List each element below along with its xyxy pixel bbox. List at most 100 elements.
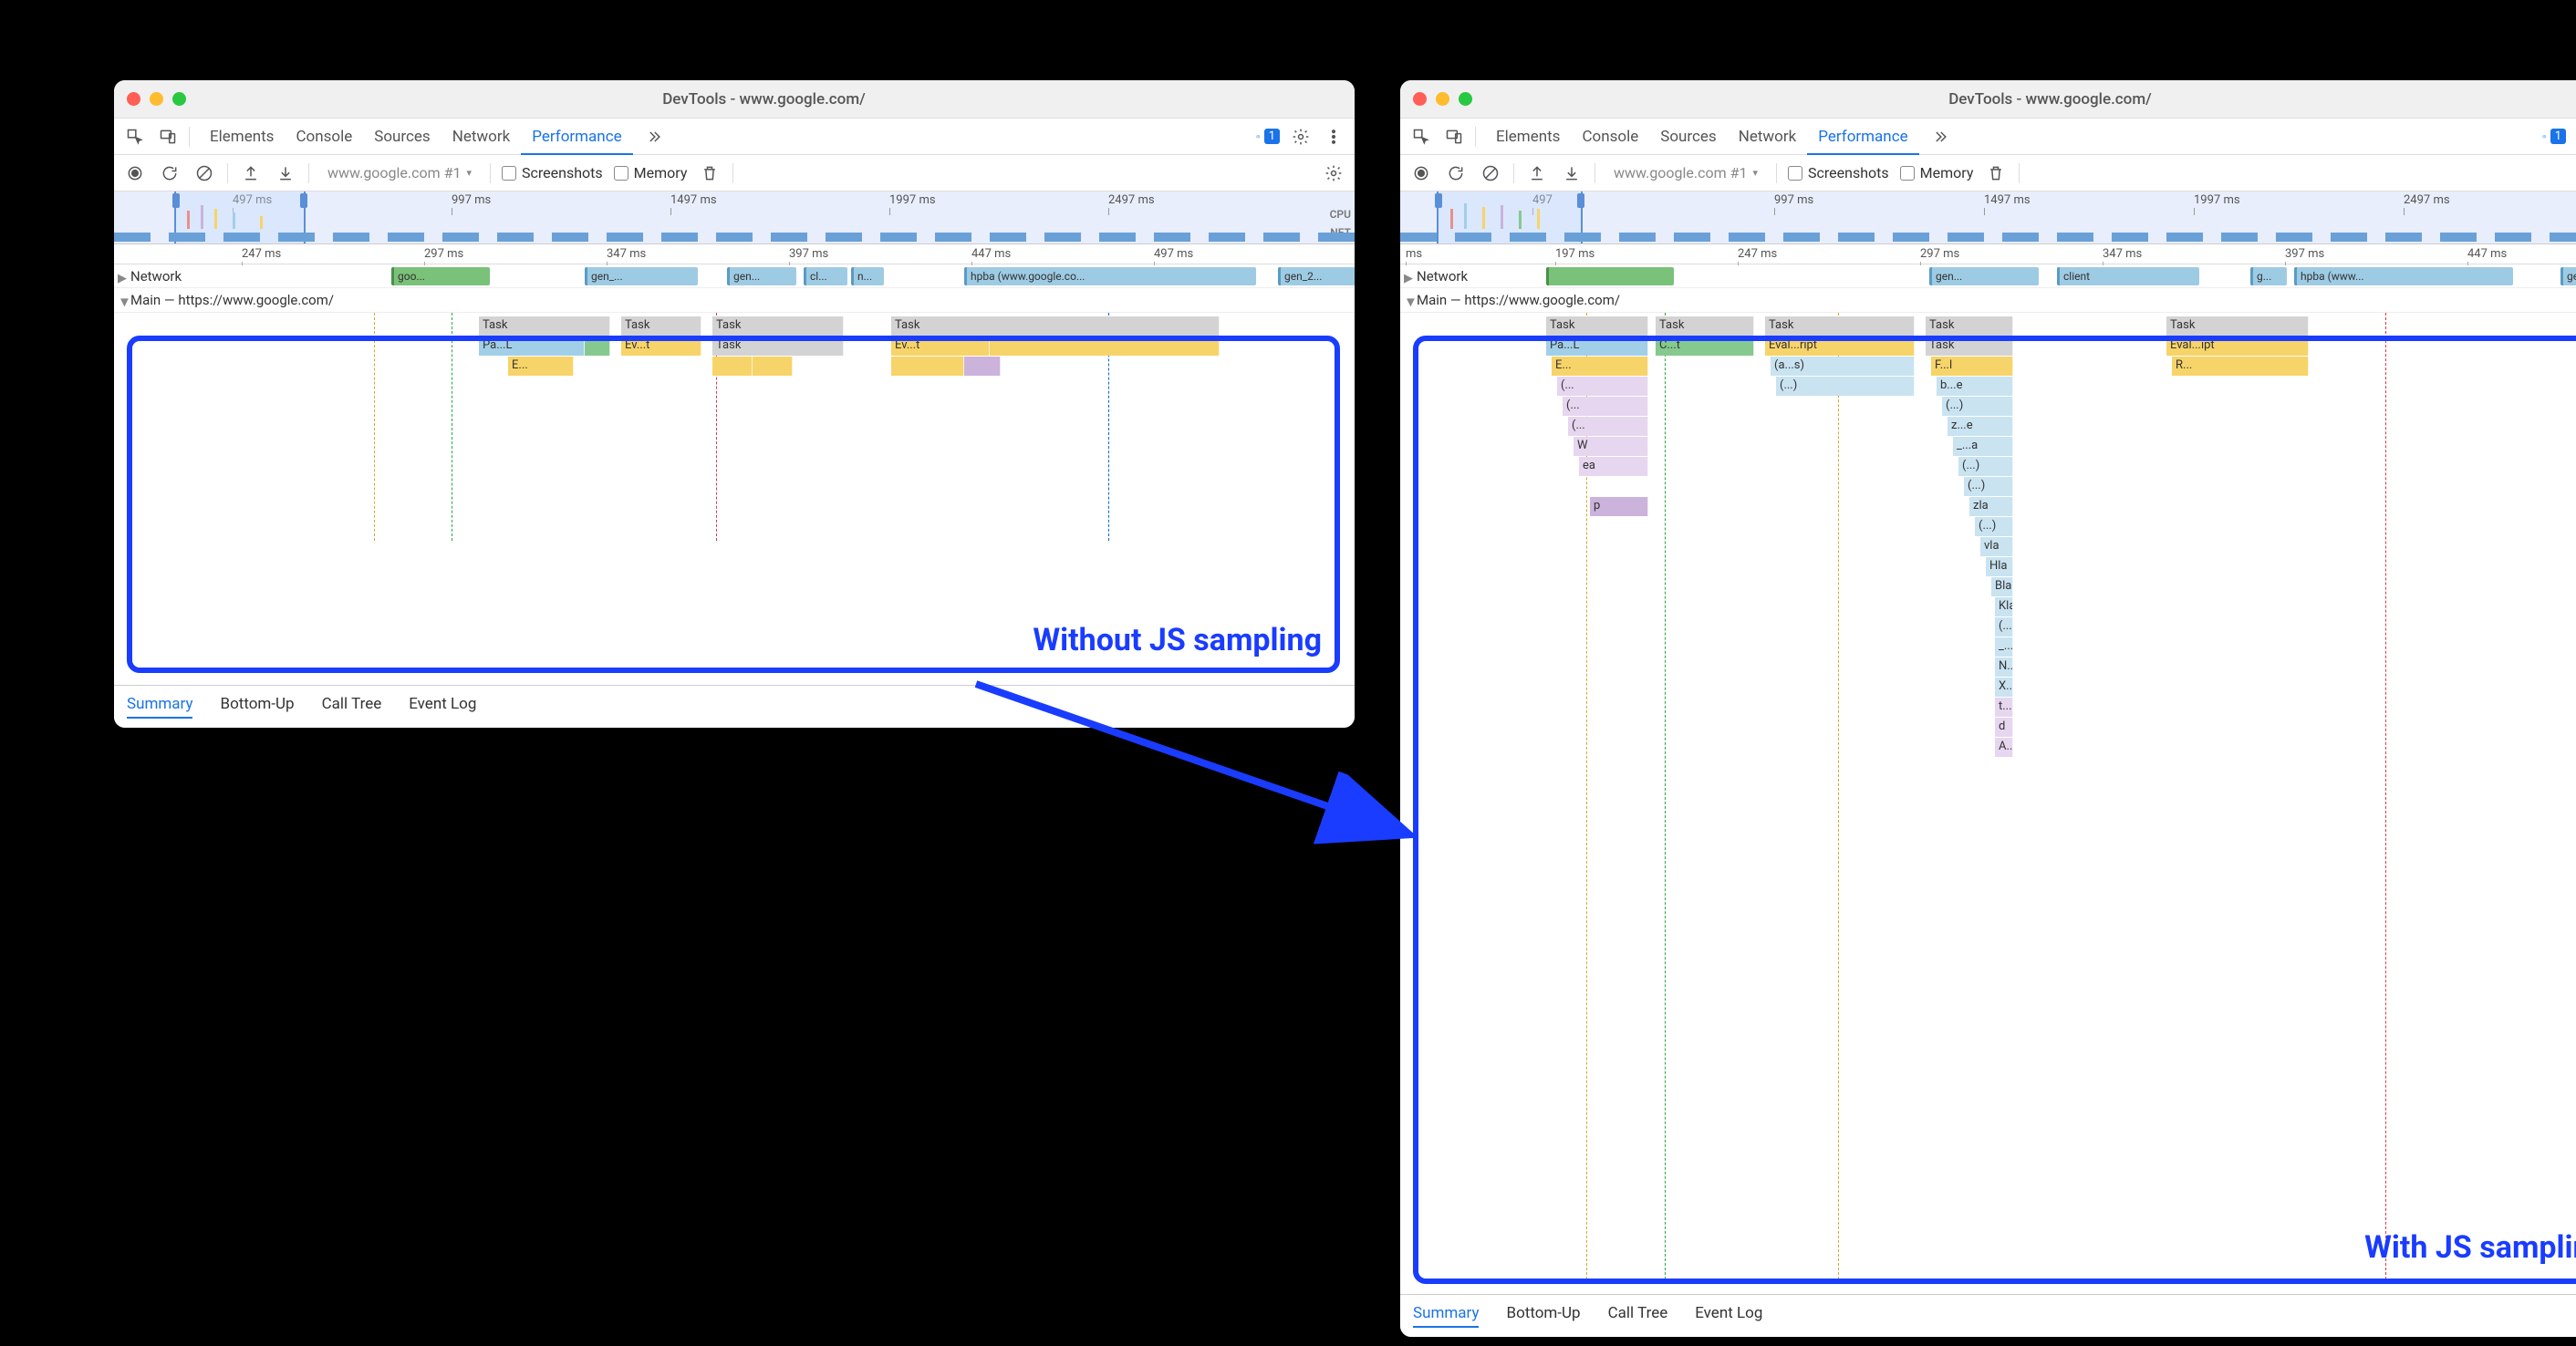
- issues-icon[interactable]: 1: [1256, 125, 1280, 149]
- gc-icon[interactable]: [1984, 161, 2008, 185]
- close-icon[interactable]: [127, 92, 140, 106]
- btab-calltree[interactable]: Call Tree: [1608, 1304, 1668, 1328]
- flame-chart[interactable]: TaskPa...LE...(...(...(...WeapTaskC...tT…: [1400, 313, 2576, 1279]
- tab-elements[interactable]: Elements: [1485, 119, 1571, 155]
- minimize-icon[interactable]: [1436, 92, 1449, 106]
- flame-cell[interactable]: (...): [1776, 377, 1915, 396]
- memory-checkbox[interactable]: Memory: [614, 164, 688, 181]
- tab-performance[interactable]: Performance: [521, 119, 632, 155]
- network-request[interactable]: gen...: [1929, 267, 2039, 285]
- network-request[interactable]: gen_...: [585, 267, 698, 285]
- download-icon[interactable]: [274, 161, 297, 185]
- close-icon[interactable]: [1413, 92, 1427, 106]
- tab-network[interactable]: Network: [441, 119, 522, 155]
- btab-summary[interactable]: Summary: [1413, 1304, 1479, 1328]
- flame-cell[interactable]: (...): [1975, 517, 2013, 536]
- flame-cell[interactable]: (...: [1557, 377, 1648, 396]
- flame-cell[interactable]: Task: [712, 336, 844, 356]
- flame-cell[interactable]: (...): [1995, 617, 2013, 637]
- download-icon[interactable]: [1560, 161, 1584, 185]
- btab-bottomup[interactable]: Bottom-Up: [1506, 1304, 1580, 1328]
- tab-performance[interactable]: Performance: [1807, 119, 1918, 155]
- network-request[interactable]: gen...: [727, 267, 796, 285]
- network-request[interactable]: hpba (www...: [2294, 267, 2513, 285]
- network-request[interactable]: cl...: [804, 267, 847, 285]
- flame-cell[interactable]: (...): [1958, 457, 2013, 476]
- minimize-icon[interactable]: [150, 92, 163, 106]
- tab-elements[interactable]: Elements: [199, 119, 285, 155]
- tab-console[interactable]: Console: [285, 119, 363, 155]
- flame-cell[interactable]: zla: [1969, 497, 2013, 516]
- network-request[interactable]: client: [2057, 267, 2199, 285]
- flame-cell[interactable]: C...t: [1656, 336, 1754, 356]
- tab-network[interactable]: Network: [1728, 119, 1808, 155]
- recording-dropdown[interactable]: www.google.com #1▾: [1606, 162, 1765, 183]
- flame-cell[interactable]: E...: [508, 357, 574, 376]
- flame-cell[interactable]: Task: [1926, 336, 2013, 356]
- flame-cell[interactable]: [964, 357, 1001, 376]
- recording-dropdown[interactable]: www.google.com #1▾: [320, 162, 479, 183]
- flame-chart[interactable]: TaskTaskTaskTaskPa...LEv...tTaskEv...tE.…: [114, 313, 1355, 541]
- flame-cell[interactable]: Task: [1656, 316, 1754, 336]
- flame-cell[interactable]: (...): [1942, 397, 2013, 416]
- reload-icon[interactable]: [1444, 161, 1468, 185]
- flame-cell[interactable]: [712, 357, 753, 376]
- flame-cell[interactable]: [585, 336, 610, 356]
- main-track-header[interactable]: ▼ Main — https://www.google.com/: [114, 288, 1355, 313]
- btab-bottomup[interactable]: Bottom-Up: [220, 695, 294, 719]
- btab-calltree[interactable]: Call Tree: [322, 695, 382, 719]
- network-request[interactable]: g...: [2250, 267, 2287, 285]
- flame-cell[interactable]: Task: [479, 316, 610, 336]
- flame-cell[interactable]: N...: [1995, 657, 2013, 677]
- tab-console[interactable]: Console: [1571, 119, 1649, 155]
- flame-cell[interactable]: Task: [712, 316, 844, 336]
- flame-cell[interactable]: (...: [1568, 417, 1648, 436]
- flame-cell[interactable]: (a...s): [1771, 357, 1915, 376]
- gc-icon[interactable]: [698, 161, 722, 185]
- overview-timeline[interactable]: 497 997 ms 1497 ms 1997 ms 2497 ms CPU N…: [1400, 192, 2576, 244]
- flame-cell[interactable]: _...a: [1953, 437, 2013, 456]
- more-tabs-icon[interactable]: [1928, 125, 1952, 149]
- inspect-icon[interactable]: [123, 125, 147, 149]
- zoom-icon[interactable]: [1459, 92, 1472, 106]
- zoom-icon[interactable]: [172, 92, 186, 106]
- network-request[interactable]: hpba (www.google.co...: [964, 267, 1256, 285]
- flame-cell[interactable]: vla: [1980, 537, 2013, 556]
- flame-cell[interactable]: p: [1590, 497, 1648, 516]
- clear-icon[interactable]: [192, 161, 216, 185]
- flame-cell[interactable]: (...: [1563, 397, 1648, 416]
- network-track[interactable]: ▶ Network gen...clientg...hpba (www...ge…: [1400, 264, 2576, 288]
- upload-icon[interactable]: [1525, 161, 1549, 185]
- btab-eventlog[interactable]: Event Log: [1695, 1304, 1762, 1328]
- flame-cell[interactable]: Task: [1765, 316, 1915, 336]
- main-track-header[interactable]: ▼ Main — https://www.google.com/: [1400, 288, 2576, 313]
- network-request[interactable]: [1546, 267, 1674, 285]
- tab-sources[interactable]: Sources: [363, 119, 441, 155]
- record-icon[interactable]: [123, 161, 147, 185]
- clear-icon[interactable]: [1479, 161, 1502, 185]
- flame-cell[interactable]: d: [1995, 718, 2013, 737]
- flame-cell[interactable]: Eval...ipt: [2166, 336, 2309, 356]
- network-request[interactable]: gen_2...: [1278, 267, 1355, 285]
- record-icon[interactable]: [1409, 161, 1433, 185]
- detail-ruler[interactable]: 247 ms 297 ms 347 ms 397 ms 447 ms 497 m…: [114, 244, 1355, 264]
- flame-cell[interactable]: t...r: [1995, 698, 2013, 717]
- flame-cell[interactable]: Task: [621, 316, 701, 336]
- flame-cell[interactable]: Eval...ript: [1765, 336, 1915, 356]
- flame-cell[interactable]: _...: [1995, 637, 2013, 657]
- flame-cell[interactable]: E...: [1552, 357, 1648, 376]
- flame-cell[interactable]: [753, 357, 793, 376]
- flame-cell[interactable]: Ev...t: [891, 336, 990, 356]
- flame-cell[interactable]: W: [1574, 437, 1648, 456]
- flame-cell[interactable]: Task: [2166, 316, 2309, 336]
- btab-eventlog[interactable]: Event Log: [409, 695, 476, 719]
- device-toggle-icon[interactable]: [1442, 125, 1466, 149]
- network-request[interactable]: n...: [851, 267, 884, 285]
- flame-cell[interactable]: Task: [1546, 316, 1648, 336]
- flame-cell[interactable]: R...: [2172, 357, 2309, 376]
- panel-settings-icon[interactable]: [1322, 161, 1345, 185]
- flame-cell[interactable]: Pa...L: [1546, 336, 1648, 356]
- network-request[interactable]: goo...: [391, 267, 490, 285]
- flame-cell[interactable]: ea: [1579, 457, 1648, 476]
- flame-cell[interactable]: Task: [1926, 316, 2013, 336]
